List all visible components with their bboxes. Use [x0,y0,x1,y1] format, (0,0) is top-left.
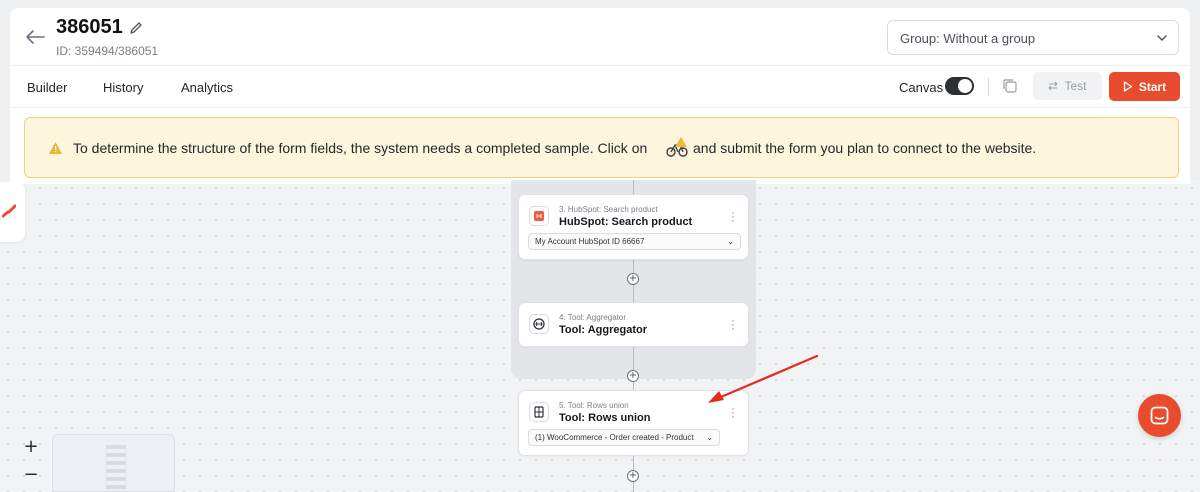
node-step-label: 5. Tool: Rows union [559,401,629,410]
minimap-node [106,453,126,457]
workflow-node[interactable]: 4. Tool: Aggregator Tool: Aggregator · · · [518,302,749,347]
group-select[interactable]: Group: Without a group [887,20,1179,55]
warning-icon [49,142,62,154]
node-title: Tool: Rows union [559,412,651,424]
canvas-label: Canvas [899,80,944,95]
add-step-button[interactable]: + [627,470,639,482]
page-title: 386051 [56,16,123,38]
copy-icon[interactable] [1001,77,1019,95]
test-button[interactable]: Test [1033,72,1102,100]
chevron-down-icon [1157,35,1167,41]
swap-icon [1048,81,1059,91]
tabs-bar: Builder History Analytics Canvas Test St… [10,66,1190,108]
bike-warning-icon [666,137,688,157]
chevron-down-icon: ⌄ [727,237,734,246]
tab-builder[interactable]: Builder [27,80,67,95]
header: 386051 ID: 359494/386051 Group: Without … [10,8,1190,66]
minimap[interactable] [52,434,175,492]
chat-icon [1150,406,1169,425]
alert-banner: To determine the structure of the form f… [24,117,1179,178]
zoom-out-button[interactable]: − [17,464,45,488]
tab-history[interactable]: History [103,80,143,95]
add-step-button[interactable]: + [627,370,639,382]
aggregator-icon [529,314,549,334]
node-step-label: 4. Tool: Aggregator [559,313,627,322]
support-chat-button[interactable] [1138,394,1181,437]
minimap-node [106,461,126,465]
minimap-node [106,477,126,481]
minimap-node [106,485,126,489]
connector-line [633,347,634,390]
hubspot-icon [529,206,549,226]
start-button-label: Start [1138,79,1167,94]
alert-text-before: To determine the structure of the form f… [73,140,648,156]
chevron-down-icon: ⌄ [706,433,713,442]
divider [988,78,989,96]
canvas-toggle[interactable] [945,77,974,95]
account-select-value: My Account HubSpot ID 66667 [535,237,645,246]
minimap-node [106,469,126,473]
more-options-icon[interactable]: · · · [731,208,735,227]
logo-icon [2,204,16,218]
start-button[interactable]: Start [1109,72,1180,101]
annotation-arrow [708,354,819,403]
play-icon [1123,81,1132,92]
node-step-label: 3. HubSpot: Search product [559,205,658,214]
more-options-icon[interactable]: · · · [731,316,735,335]
workflow-node[interactable]: 3. HubSpot: Search product HubSpot: Sear… [518,194,749,260]
top-panel: 386051 ID: 359494/386051 Group: Without … [10,8,1190,184]
tab-analytics[interactable]: Analytics [181,80,233,95]
workflow-id: ID: 359494/386051 [56,44,159,58]
minimap-node [106,445,126,449]
account-select[interactable]: My Account HubSpot ID 66667 ⌄ [528,233,741,250]
app-logo-tab[interactable] [0,182,25,242]
alert-text-after: and submit the form you plan to connect … [693,140,1037,156]
group-select-value: Group: Without a group [900,31,1036,46]
add-step-button[interactable]: + [627,273,639,285]
source-select[interactable]: (1) WooCommerce - Order created - Produc… [528,429,720,446]
zoom-in-button[interactable]: + [17,436,45,460]
test-button-label: Test [1064,79,1087,93]
source-select-value: (1) WooCommerce - Order created - Produc… [535,433,694,442]
connector-line [633,180,634,194]
edit-pencil-icon[interactable] [128,20,144,36]
back-arrow-icon[interactable] [24,28,46,46]
node-title: HubSpot: Search product [559,216,693,228]
rows-union-icon [529,402,549,422]
node-title: Tool: Aggregator [559,324,647,336]
